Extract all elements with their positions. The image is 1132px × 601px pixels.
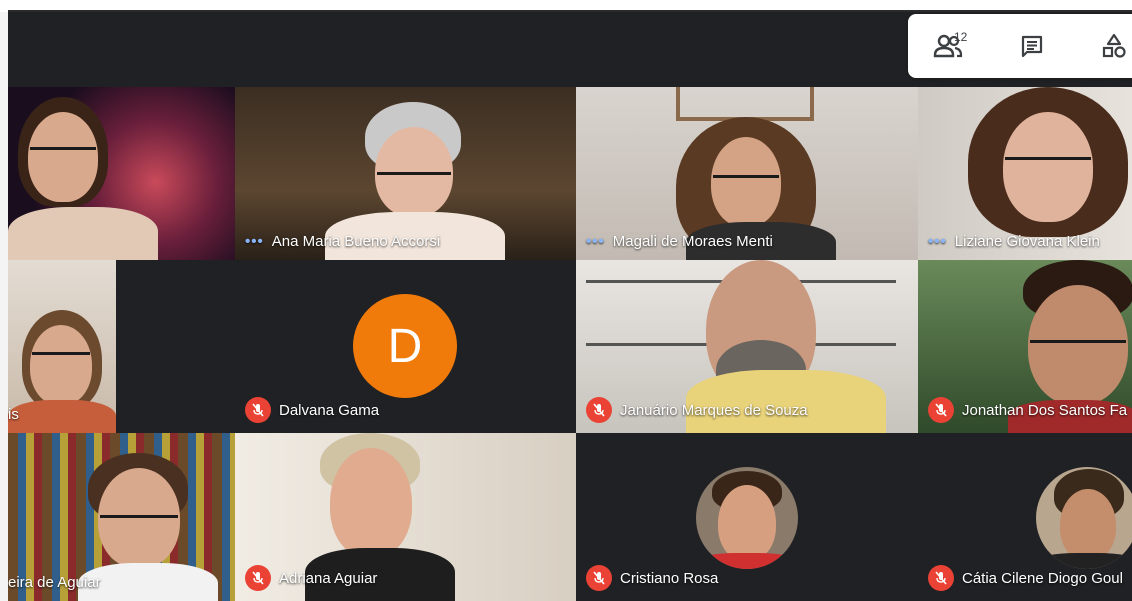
video-tile[interactable]: ••• Magali de Moraes Menti bbox=[576, 87, 918, 260]
participant-count: 12 bbox=[954, 30, 968, 44]
video-tile[interactable]: Jonathan Dos Santos Fa bbox=[918, 260, 1132, 433]
mic-off-icon bbox=[928, 565, 954, 591]
speaking-indicator-icon: ••• bbox=[245, 233, 264, 250]
participant-name-label: ••• Ana Maria Bueno Accorsi bbox=[245, 233, 441, 250]
activities-button[interactable] bbox=[1084, 14, 1132, 78]
participant-video bbox=[8, 87, 168, 260]
video-tile[interactable]: ••• Liziane Giovana Klein bbox=[918, 87, 1132, 260]
video-tile[interactable]: Cátia Cilene Diogo Goul bbox=[918, 433, 1132, 601]
meeting-toolbar: 12 bbox=[908, 14, 1132, 78]
chat-icon bbox=[1020, 34, 1044, 58]
participant-name-label: Adriana Aguiar bbox=[245, 565, 377, 591]
participants-button[interactable]: 12 bbox=[918, 14, 978, 78]
participant-name-label: eira de Aguiar bbox=[8, 574, 101, 591]
mic-off-icon bbox=[586, 565, 612, 591]
speaking-indicator-icon: ••• bbox=[586, 233, 605, 250]
mic-off-icon bbox=[928, 397, 954, 423]
video-tile[interactable]: Januário Marques de Souza bbox=[576, 260, 918, 433]
video-tile[interactable] bbox=[8, 87, 235, 260]
participant-name-label: Cátia Cilene Diogo Goul bbox=[928, 565, 1123, 591]
video-tile[interactable]: is bbox=[8, 260, 235, 433]
participant-name-label: is bbox=[8, 406, 19, 423]
video-tile[interactable]: D Dalvana Gama bbox=[235, 260, 576, 433]
video-tile[interactable]: ••• Ana Maria Bueno Accorsi bbox=[235, 87, 576, 260]
video-tile[interactable]: eira de Aguiar bbox=[8, 433, 235, 601]
participant-video bbox=[8, 260, 116, 433]
chat-button[interactable] bbox=[1002, 14, 1062, 78]
screen-left-edge bbox=[0, 12, 8, 601]
avatar bbox=[1036, 467, 1132, 569]
participant-name-label: Januário Marques de Souza bbox=[586, 397, 808, 423]
participant-name-label: Jonathan Dos Santos Fa bbox=[928, 397, 1127, 423]
participant-name-label: Cristiano Rosa bbox=[586, 565, 718, 591]
shapes-icon bbox=[1101, 33, 1127, 59]
video-tile[interactable]: Cristiano Rosa bbox=[576, 433, 918, 601]
mic-off-icon bbox=[586, 397, 612, 423]
avatar: D bbox=[353, 294, 457, 398]
mic-off-icon bbox=[245, 397, 271, 423]
participant-name-label: Dalvana Gama bbox=[245, 397, 379, 423]
participant-name-label: ••• Magali de Moraes Menti bbox=[586, 233, 773, 250]
mic-off-icon bbox=[245, 565, 271, 591]
avatar bbox=[696, 467, 798, 569]
speaking-indicator-icon: ••• bbox=[928, 233, 947, 250]
participant-name-label: ••• Liziane Giovana Klein bbox=[928, 233, 1100, 250]
video-tile[interactable]: Adriana Aguiar bbox=[235, 433, 576, 601]
